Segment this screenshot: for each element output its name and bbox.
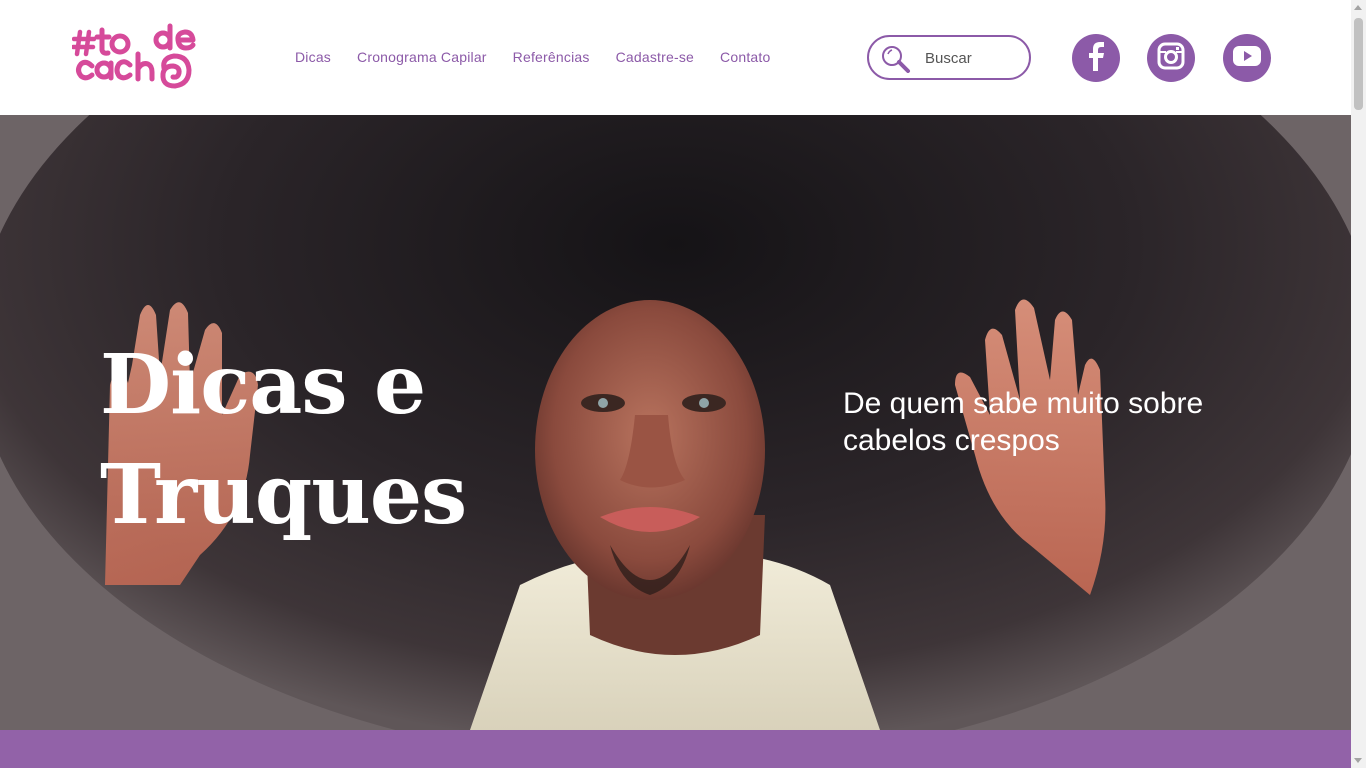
search-input[interactable] — [925, 47, 1023, 69]
hero-title: Dicas e Truques — [100, 330, 480, 550]
main-nav: Dicas Cronograma Capilar Referências Cad… — [295, 49, 770, 65]
hero-title-line1: Dicas e — [100, 337, 426, 433]
nav-item-referencias[interactable]: Referências — [513, 49, 590, 65]
facebook-icon — [1084, 41, 1108, 75]
nav-item-cadastre-se[interactable]: Cadastre-se — [616, 49, 694, 65]
scroll-up-arrow[interactable] — [1354, 5, 1362, 10]
scroll-thumb[interactable] — [1354, 18, 1363, 110]
site-logo[interactable] — [70, 22, 212, 92]
search-icon[interactable] — [881, 45, 911, 73]
hero-subtitle: De quem sabe muito sobre cabelos crespos — [843, 387, 1204, 457]
nav-item-dicas[interactable]: Dicas — [295, 49, 331, 65]
page-scrollbar[interactable] — [1351, 0, 1366, 768]
youtube-icon — [1232, 45, 1262, 71]
site-header: Dicas Cronograma Capilar Referências Cad… — [0, 0, 1351, 115]
nav-item-cronograma-capilar[interactable]: Cronograma Capilar — [357, 49, 487, 65]
instagram-link[interactable] — [1147, 34, 1195, 82]
nav-item-contato[interactable]: Contato — [720, 49, 770, 65]
bottom-band — [0, 730, 1351, 768]
instagram-icon — [1157, 42, 1185, 74]
hero-title-line2: Truques — [100, 447, 467, 543]
youtube-link[interactable] — [1223, 34, 1271, 82]
scroll-down-arrow[interactable] — [1354, 758, 1362, 763]
facebook-link[interactable] — [1072, 34, 1120, 82]
hero-banner: Dicas e Truques De quem sabe muito sobre… — [0, 115, 1351, 730]
search-box[interactable] — [867, 35, 1031, 80]
